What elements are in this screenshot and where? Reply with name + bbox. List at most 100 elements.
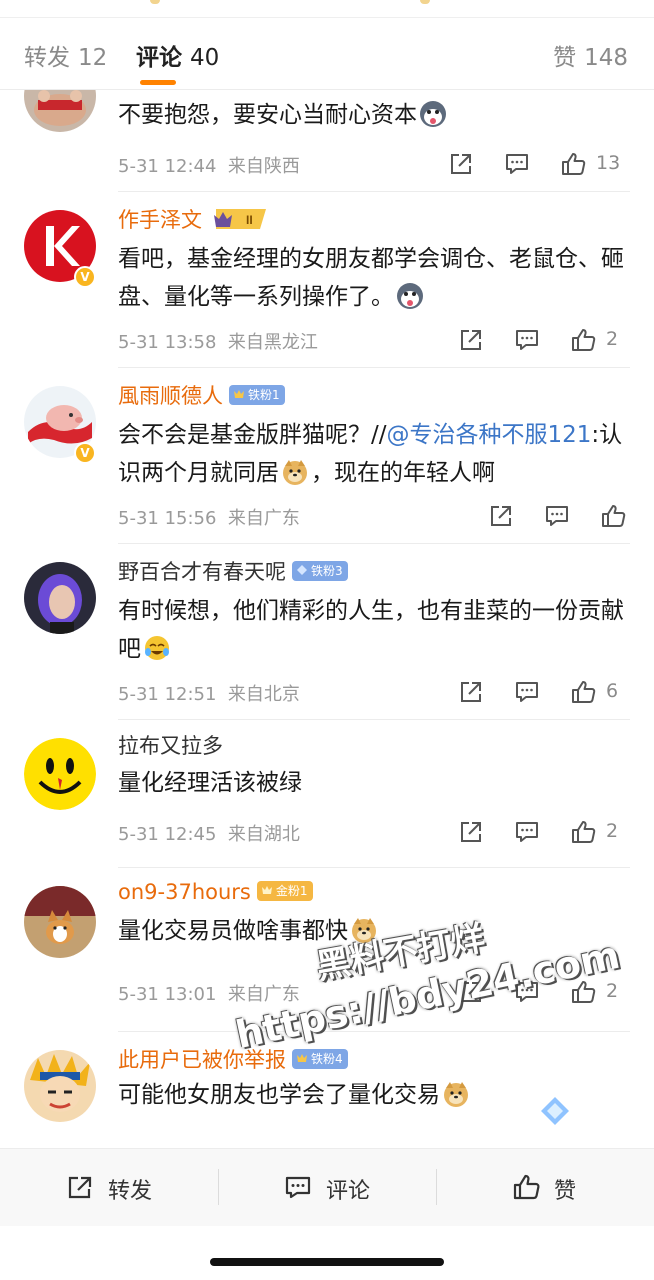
comment-icon <box>516 822 538 842</box>
comment-date: 5-31 13:01 <box>118 984 217 1005</box>
avatar[interactable] <box>24 886 96 958</box>
comment-icon <box>285 1176 311 1199</box>
husky-emoji-icon <box>420 101 446 127</box>
comment-item: V 作手泽文 II 看吧，基金经理的女朋友都学会调仓、老鼠仓、砸盘、量化等一系列操… <box>0 192 654 368</box>
comment-meta: 5-31 12:44 来自陕西 <box>118 152 300 178</box>
comment-meta: 5-31 12:45 来自湖北 <box>118 820 300 846</box>
avatar[interactable] <box>24 1050 96 1122</box>
comment-text-content: 不要抱怨，要安心当耐心资本 <box>118 102 417 128</box>
fan-badge-label: 金粉1 <box>275 884 308 898</box>
comment-meta: 5-31 12:51 来自北京 <box>118 680 300 706</box>
share-icon <box>461 822 481 842</box>
vip-crown-badge-icon: II <box>214 209 266 229</box>
status-strip <box>0 0 654 18</box>
share-icon <box>461 330 481 350</box>
comment-item: 不要抱怨，要安心当耐心资本 5-31 12:44 来自陕西 13 <box>0 90 654 192</box>
fan-badge-label: 铁粉1 <box>248 388 280 402</box>
reply-button[interactable] <box>514 327 540 355</box>
home-indicator[interactable] <box>210 1258 444 1266</box>
comment-text-content: 可能他女朋友也学会了量化交易 <box>118 1082 440 1108</box>
comment-location: 来自广东 <box>227 508 300 529</box>
tab-likes-label: 赞 <box>553 45 577 71</box>
comment-item: 此用户已被你举报 铁粉4 可能他女朋友也学会了量化交易 <box>0 1032 654 1148</box>
comment-meta: 5-31 13:01 来自广东 <box>118 980 300 1006</box>
tab-reposts-label: 转发 <box>24 45 70 71</box>
tab-likes[interactable]: 赞 148 <box>553 38 628 72</box>
repost-button[interactable]: 转发 <box>66 1173 176 1204</box>
strip-mark <box>420 0 430 4</box>
comment-text-content: 看吧，基金经理的女朋友都学会调仓、老鼠仓、砸盘、量化等一系列操作了。 <box>118 246 624 310</box>
comment-actions: 13 <box>430 151 630 179</box>
crown-icon <box>261 886 272 894</box>
comment-text-content: ，现在的年轻人啊 <box>311 460 495 486</box>
comment-username[interactable]: 野百合才有春天呢 铁粉3 <box>118 556 348 586</box>
share-button[interactable] <box>458 819 484 847</box>
repost-label: 转发 <box>108 1179 153 1204</box>
share-button[interactable] <box>458 679 484 707</box>
tab-likes-count: 148 <box>584 45 628 71</box>
doge-emoji-icon <box>283 460 307 485</box>
comment-username[interactable]: 拉布又拉多 <box>118 730 223 760</box>
share-button[interactable] <box>458 327 484 355</box>
comment-username[interactable]: 此用户已被你举报 铁粉4 <box>118 1044 348 1074</box>
thumbs-up-icon <box>562 153 586 175</box>
comment-icon <box>516 682 538 702</box>
divider <box>436 1169 437 1205</box>
comment-actions: 2 <box>440 327 630 355</box>
username-text: 風雨顺德人 <box>118 384 223 408</box>
reply-button[interactable] <box>514 679 540 707</box>
comment-username[interactable]: 風雨顺德人 铁粉1 <box>118 380 285 410</box>
thumbs-up-icon <box>572 681 596 703</box>
tab-bar: 转发 12 评论 40 赞 148 <box>0 18 654 90</box>
fan-badge: 铁粉4 <box>292 1049 348 1069</box>
tab-reposts[interactable]: 转发 12 <box>24 38 107 72</box>
comment-actions: 2 <box>440 819 630 847</box>
mention-link[interactable]: @专治各种不服121 <box>387 422 592 448</box>
username-text: on9-37hours <box>118 880 251 904</box>
comment-meta: 5-31 13:58 来自黑龙江 <box>118 328 318 354</box>
like-button[interactable]: 赞 <box>512 1173 602 1204</box>
fan-badge: 金粉1 <box>256 881 313 901</box>
comment-item: V 風雨顺德人 铁粉1 会不会是基金版胖猫呢？//@专治各种不服121:认识两个月… <box>0 368 654 544</box>
avatar[interactable] <box>24 562 96 634</box>
comment-actions <box>470 503 630 531</box>
like-count: 13 <box>596 152 621 174</box>
comment-location: 来自黑龙江 <box>227 332 318 353</box>
share-icon <box>451 154 471 174</box>
tab-reposts-count: 12 <box>78 45 108 71</box>
comment-text: 有时候想，他们精彩的人生，也有韭菜的一份贡献吧 <box>118 592 638 668</box>
tab-comments-label: 评论 <box>136 45 182 71</box>
tab-comments[interactable]: 评论 40 <box>136 38 219 72</box>
crying-laugh-emoji-icon <box>145 636 169 660</box>
comment-username[interactable]: on9-37hours 金粉1 <box>118 880 313 904</box>
share-button[interactable] <box>488 503 514 531</box>
thumbs-up-icon <box>572 329 596 351</box>
comment-icon <box>546 506 568 526</box>
like-button[interactable] <box>570 327 596 355</box>
comment-item: 拉布又拉多 量化经理活该被绿 5-31 12:45 来自湖北 2 <box>0 720 654 868</box>
reply-button[interactable] <box>504 151 530 179</box>
verified-badge-icon: V <box>74 442 96 464</box>
divider <box>218 1169 219 1205</box>
like-label: 赞 <box>554 1179 577 1204</box>
avatar[interactable] <box>24 738 96 810</box>
avatar[interactable] <box>24 90 96 132</box>
like-button[interactable] <box>570 819 596 847</box>
like-count: 2 <box>606 820 619 842</box>
share-icon <box>491 506 511 526</box>
thumbs-up-icon <box>602 505 626 527</box>
reply-button[interactable] <box>514 819 540 847</box>
comment-text-content: 量化经理活该被绿 <box>118 770 302 796</box>
crown-icon <box>234 390 244 398</box>
comment-button[interactable]: 评论 <box>284 1173 394 1204</box>
share-button[interactable] <box>448 151 474 179</box>
share-icon <box>68 1176 92 1199</box>
comment-actions: 6 <box>440 679 630 707</box>
comment-username[interactable]: 作手泽文 II <box>118 204 268 234</box>
like-button[interactable] <box>570 679 596 707</box>
username-text: 野百合才有春天呢 <box>118 560 286 584</box>
strip-mark <box>150 0 160 4</box>
like-button[interactable] <box>560 151 586 179</box>
like-button[interactable] <box>600 503 626 531</box>
reply-button[interactable] <box>544 503 570 531</box>
